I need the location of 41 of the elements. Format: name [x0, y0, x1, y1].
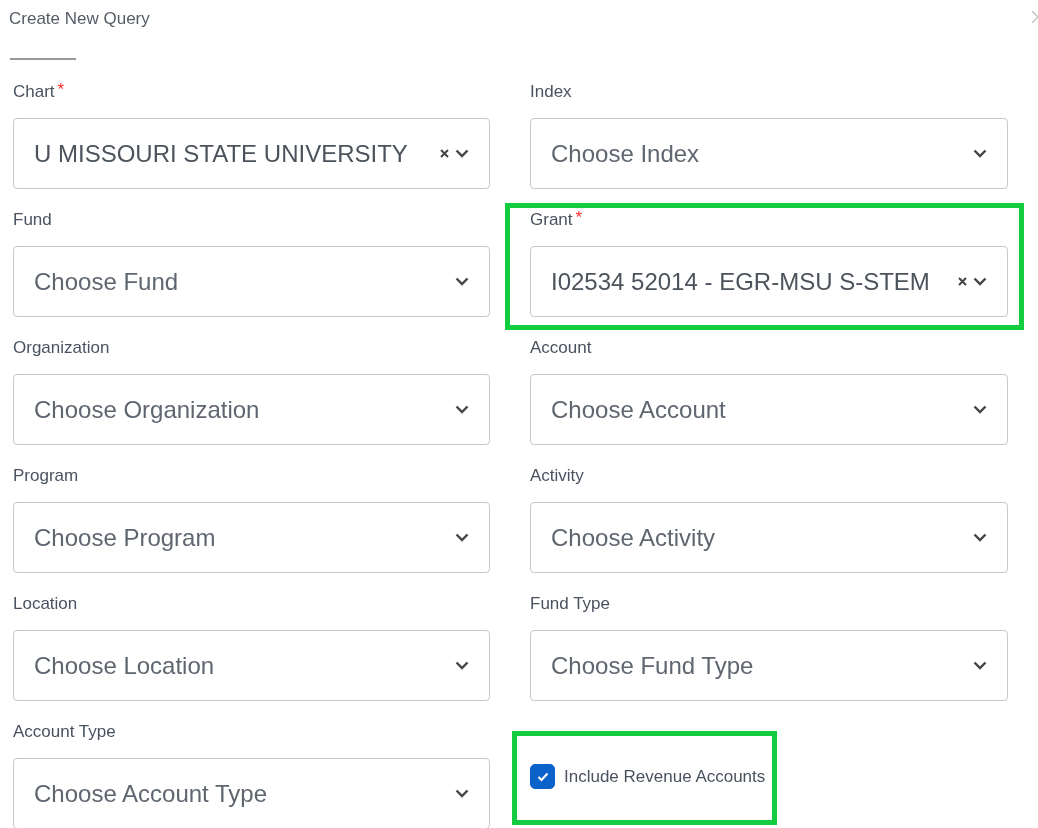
dropdown-field[interactable]: Choose Location — [13, 630, 490, 701]
field-label: Index — [530, 82, 572, 102]
chevron-down-icon[interactable] — [973, 149, 987, 158]
dropdown-field[interactable]: Choose Organization — [13, 374, 490, 445]
chevron-down-icon[interactable] — [455, 661, 469, 670]
field-label: Account Type — [13, 722, 116, 742]
field-label: Activity — [530, 466, 584, 486]
field-label: Chart — [13, 82, 55, 102]
chevron-down-icon[interactable] — [455, 277, 469, 286]
dropdown-field[interactable]: Choose Account — [530, 374, 1008, 445]
dropdown-field[interactable]: I02534 52014 - EGR-MSU S-STEM — [530, 246, 1008, 317]
required-asterisk: * — [575, 208, 583, 228]
dropdown-field[interactable]: U MISSOURI STATE UNIVERSITY — [13, 118, 490, 189]
chevron-down-icon[interactable] — [455, 405, 469, 414]
field-label: Fund — [13, 210, 52, 230]
chevron-down-icon[interactable] — [973, 661, 987, 670]
chevron-down-icon[interactable] — [973, 533, 987, 542]
dropdown-field[interactable]: Choose Program — [13, 502, 490, 573]
dropdown-field[interactable]: Choose Fund — [13, 246, 490, 317]
field-label: Fund Type — [530, 594, 611, 614]
chevron-down-icon[interactable] — [455, 533, 469, 542]
dropdown-field[interactable]: Choose Fund Type — [530, 630, 1008, 701]
field-label: Grant — [530, 210, 573, 230]
field-label: Location — [13, 594, 78, 614]
dropdown-field[interactable]: Choose Index — [530, 118, 1008, 189]
chevron-down-icon[interactable] — [455, 789, 469, 798]
field-label: Program — [13, 466, 79, 486]
field-label: Organization — [13, 338, 110, 358]
dialog-title: Create New Query — [9, 9, 150, 29]
field-label: Account — [530, 338, 592, 358]
chevron-down-icon[interactable] — [973, 277, 987, 286]
dropdown-field[interactable]: Choose Account Type — [13, 758, 490, 828]
dropdown-field[interactable]: Choose Activity — [530, 502, 1008, 573]
checkbox-label: Include Revenue Accounts — [564, 766, 766, 787]
required-asterisk: * — [57, 80, 65, 100]
clear-icon[interactable] — [440, 149, 449, 158]
chevron-down-icon[interactable] — [973, 405, 987, 414]
clear-icon[interactable] — [958, 277, 967, 286]
chevron-down-icon[interactable] — [455, 149, 469, 158]
check-icon — [536, 771, 549, 782]
checkbox[interactable] — [530, 764, 555, 789]
